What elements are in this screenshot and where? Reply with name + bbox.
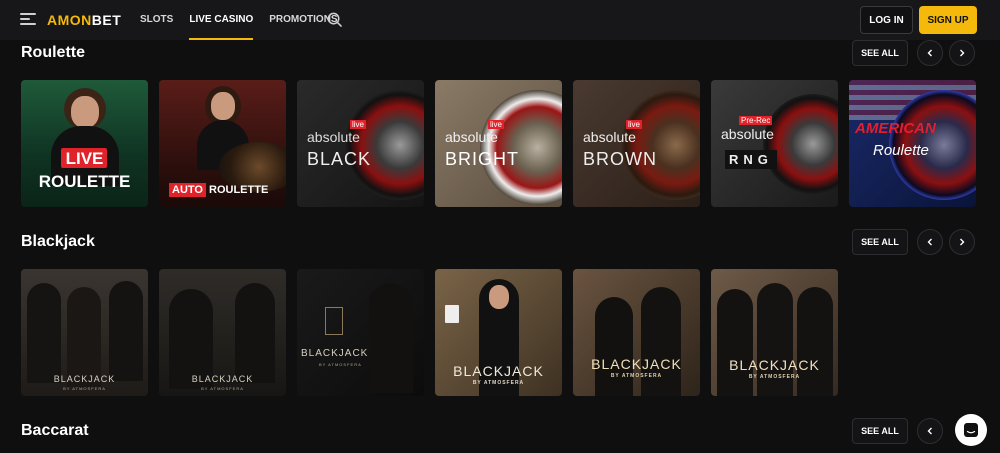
nav-live-casino[interactable]: LIVE CASINO xyxy=(189,0,253,40)
roulette-next-button[interactable] xyxy=(949,40,975,66)
tile-line1: absolute xyxy=(445,129,498,145)
logo-text-bet: BET xyxy=(91,12,122,28)
chat-icon xyxy=(964,423,978,437)
main-nav: SLOTS LIVE CASINO PROMOTIONS xyxy=(140,0,354,40)
tile-line1: absolute xyxy=(307,129,360,145)
card-emblem-icon xyxy=(325,307,343,335)
dealer-silhouette xyxy=(641,287,681,396)
tile-line2: BROWN xyxy=(583,149,657,169)
chevron-right-icon xyxy=(960,238,965,246)
game-tile-blackjack-3[interactable]: BLACKJACK BY ATMOSFERA xyxy=(297,269,424,396)
dealer-silhouette xyxy=(109,281,143,381)
game-tile-live-roulette[interactable]: LIVE ROULETTE xyxy=(21,80,148,207)
tile-line1: BLACKJACK xyxy=(53,374,116,384)
roulette-wheel xyxy=(763,94,838,194)
tile-line1: AUTO xyxy=(172,184,203,196)
dealer-face xyxy=(71,96,99,128)
tile-line1: BLACKJACK xyxy=(301,348,369,359)
chevron-left-icon xyxy=(927,238,932,246)
tile-line2: BY ATMOSFERA xyxy=(201,386,244,391)
dealer-silhouette xyxy=(235,283,275,383)
tile-line2: ROULETTE xyxy=(209,184,269,196)
dealer-silhouette xyxy=(369,283,413,393)
baccarat-see-all-button[interactable]: SEE ALL xyxy=(852,418,908,444)
chevron-left-icon xyxy=(927,427,932,435)
game-tile-absolute-rng[interactable]: Pre-Rec absolute RNG xyxy=(711,80,838,207)
roulette-wheel xyxy=(345,90,424,200)
live-badge: live xyxy=(350,120,367,129)
roulette-wheel xyxy=(480,90,562,205)
brand-logo[interactable]: AMONBET xyxy=(47,12,121,28)
login-button[interactable]: LOG IN xyxy=(860,6,913,34)
tile-line1: absolute xyxy=(721,126,774,142)
tile-line1: BLACKJACK xyxy=(591,356,682,372)
search-icon[interactable] xyxy=(327,12,342,27)
tile-line2: BY ATMOSFERA xyxy=(748,374,801,380)
tile-line2: ROULETTE xyxy=(38,172,131,191)
roulette-wheel xyxy=(621,90,700,200)
tile-line1: BLACKJACK xyxy=(191,374,254,384)
tile-line2: RNG xyxy=(725,150,777,169)
game-tile-blackjack-1[interactable]: BLACKJACK BY ATMOSFERA xyxy=(21,269,148,396)
nav-slots[interactable]: SLOTS xyxy=(140,0,173,40)
tile-line1: LIVE xyxy=(65,149,104,168)
tile-line2: BY ATMOSFERA xyxy=(63,386,106,391)
tile-line1: absolute xyxy=(583,129,636,145)
blackjack-next-button[interactable] xyxy=(949,229,975,255)
playing-card-icon xyxy=(445,305,459,323)
roulette-prev-button[interactable] xyxy=(917,40,943,66)
tile-line2: BY ATMOSFERA xyxy=(472,380,525,386)
section-title-roulette: Roulette xyxy=(21,44,85,61)
tile-line2: BY ATMOSFERA xyxy=(610,373,663,379)
tile-line2: Roulette xyxy=(873,142,929,159)
dealer-face xyxy=(489,285,509,309)
dealer-silhouette xyxy=(595,297,633,396)
logo-text-amon: AMON xyxy=(47,12,92,28)
tile-line2: BY ATMOSFERA xyxy=(319,362,362,367)
live-badge: live xyxy=(488,120,505,129)
top-navigation-bar: AMONBET SLOTS LIVE CASINO PROMOTIONS LOG… xyxy=(0,0,1000,40)
game-tile-absolute-brown[interactable]: live absolute BROWN xyxy=(573,80,700,207)
pre-rec-badge: Pre-Rec xyxy=(739,116,773,125)
tile-line2: BRIGHT xyxy=(445,149,520,169)
dealer-silhouette xyxy=(67,287,101,387)
tile-line1: AMERICAN xyxy=(855,120,936,137)
game-tile-blackjack-2[interactable]: BLACKJACK BY ATMOSFERA xyxy=(159,269,286,396)
game-tile-blackjack-5[interactable]: BLACKJACK BY ATMOSFERA xyxy=(573,269,700,396)
blackjack-prev-button[interactable] xyxy=(917,229,943,255)
tile-line1: BLACKJACK xyxy=(729,357,820,373)
live-chat-button[interactable] xyxy=(955,414,987,446)
tile-line1: BLACKJACK xyxy=(453,363,544,379)
signup-button[interactable]: SIGN UP xyxy=(919,6,977,34)
section-title-baccarat: Baccarat xyxy=(21,422,89,439)
baccarat-prev-button[interactable] xyxy=(917,418,943,444)
section-title-blackjack: Blackjack xyxy=(21,233,95,250)
game-tile-blackjack-4[interactable]: BLACKJACK BY ATMOSFERA xyxy=(435,269,562,396)
blackjack-see-all-button[interactable]: SEE ALL xyxy=(852,229,908,255)
dealer-silhouette xyxy=(27,283,61,383)
dealer-face xyxy=(211,92,235,120)
game-tile-auto-roulette[interactable]: AUTO ROULETTE xyxy=(159,80,286,207)
live-badge: live xyxy=(626,120,643,129)
game-tile-absolute-black[interactable]: live absolute BLACK xyxy=(297,80,424,207)
game-tile-absolute-bright[interactable]: live absolute BRIGHT xyxy=(435,80,562,207)
tile-line2: BLACK xyxy=(307,149,372,169)
game-tile-american-roulette[interactable]: AMERICAN Roulette xyxy=(849,80,976,207)
game-tile-blackjack-6[interactable]: BLACKJACK BY ATMOSFERA xyxy=(711,269,838,396)
chevron-right-icon xyxy=(960,49,965,57)
hamburger-menu-icon[interactable] xyxy=(20,13,36,27)
chevron-left-icon xyxy=(927,49,932,57)
roulette-see-all-button[interactable]: SEE ALL xyxy=(852,40,908,66)
